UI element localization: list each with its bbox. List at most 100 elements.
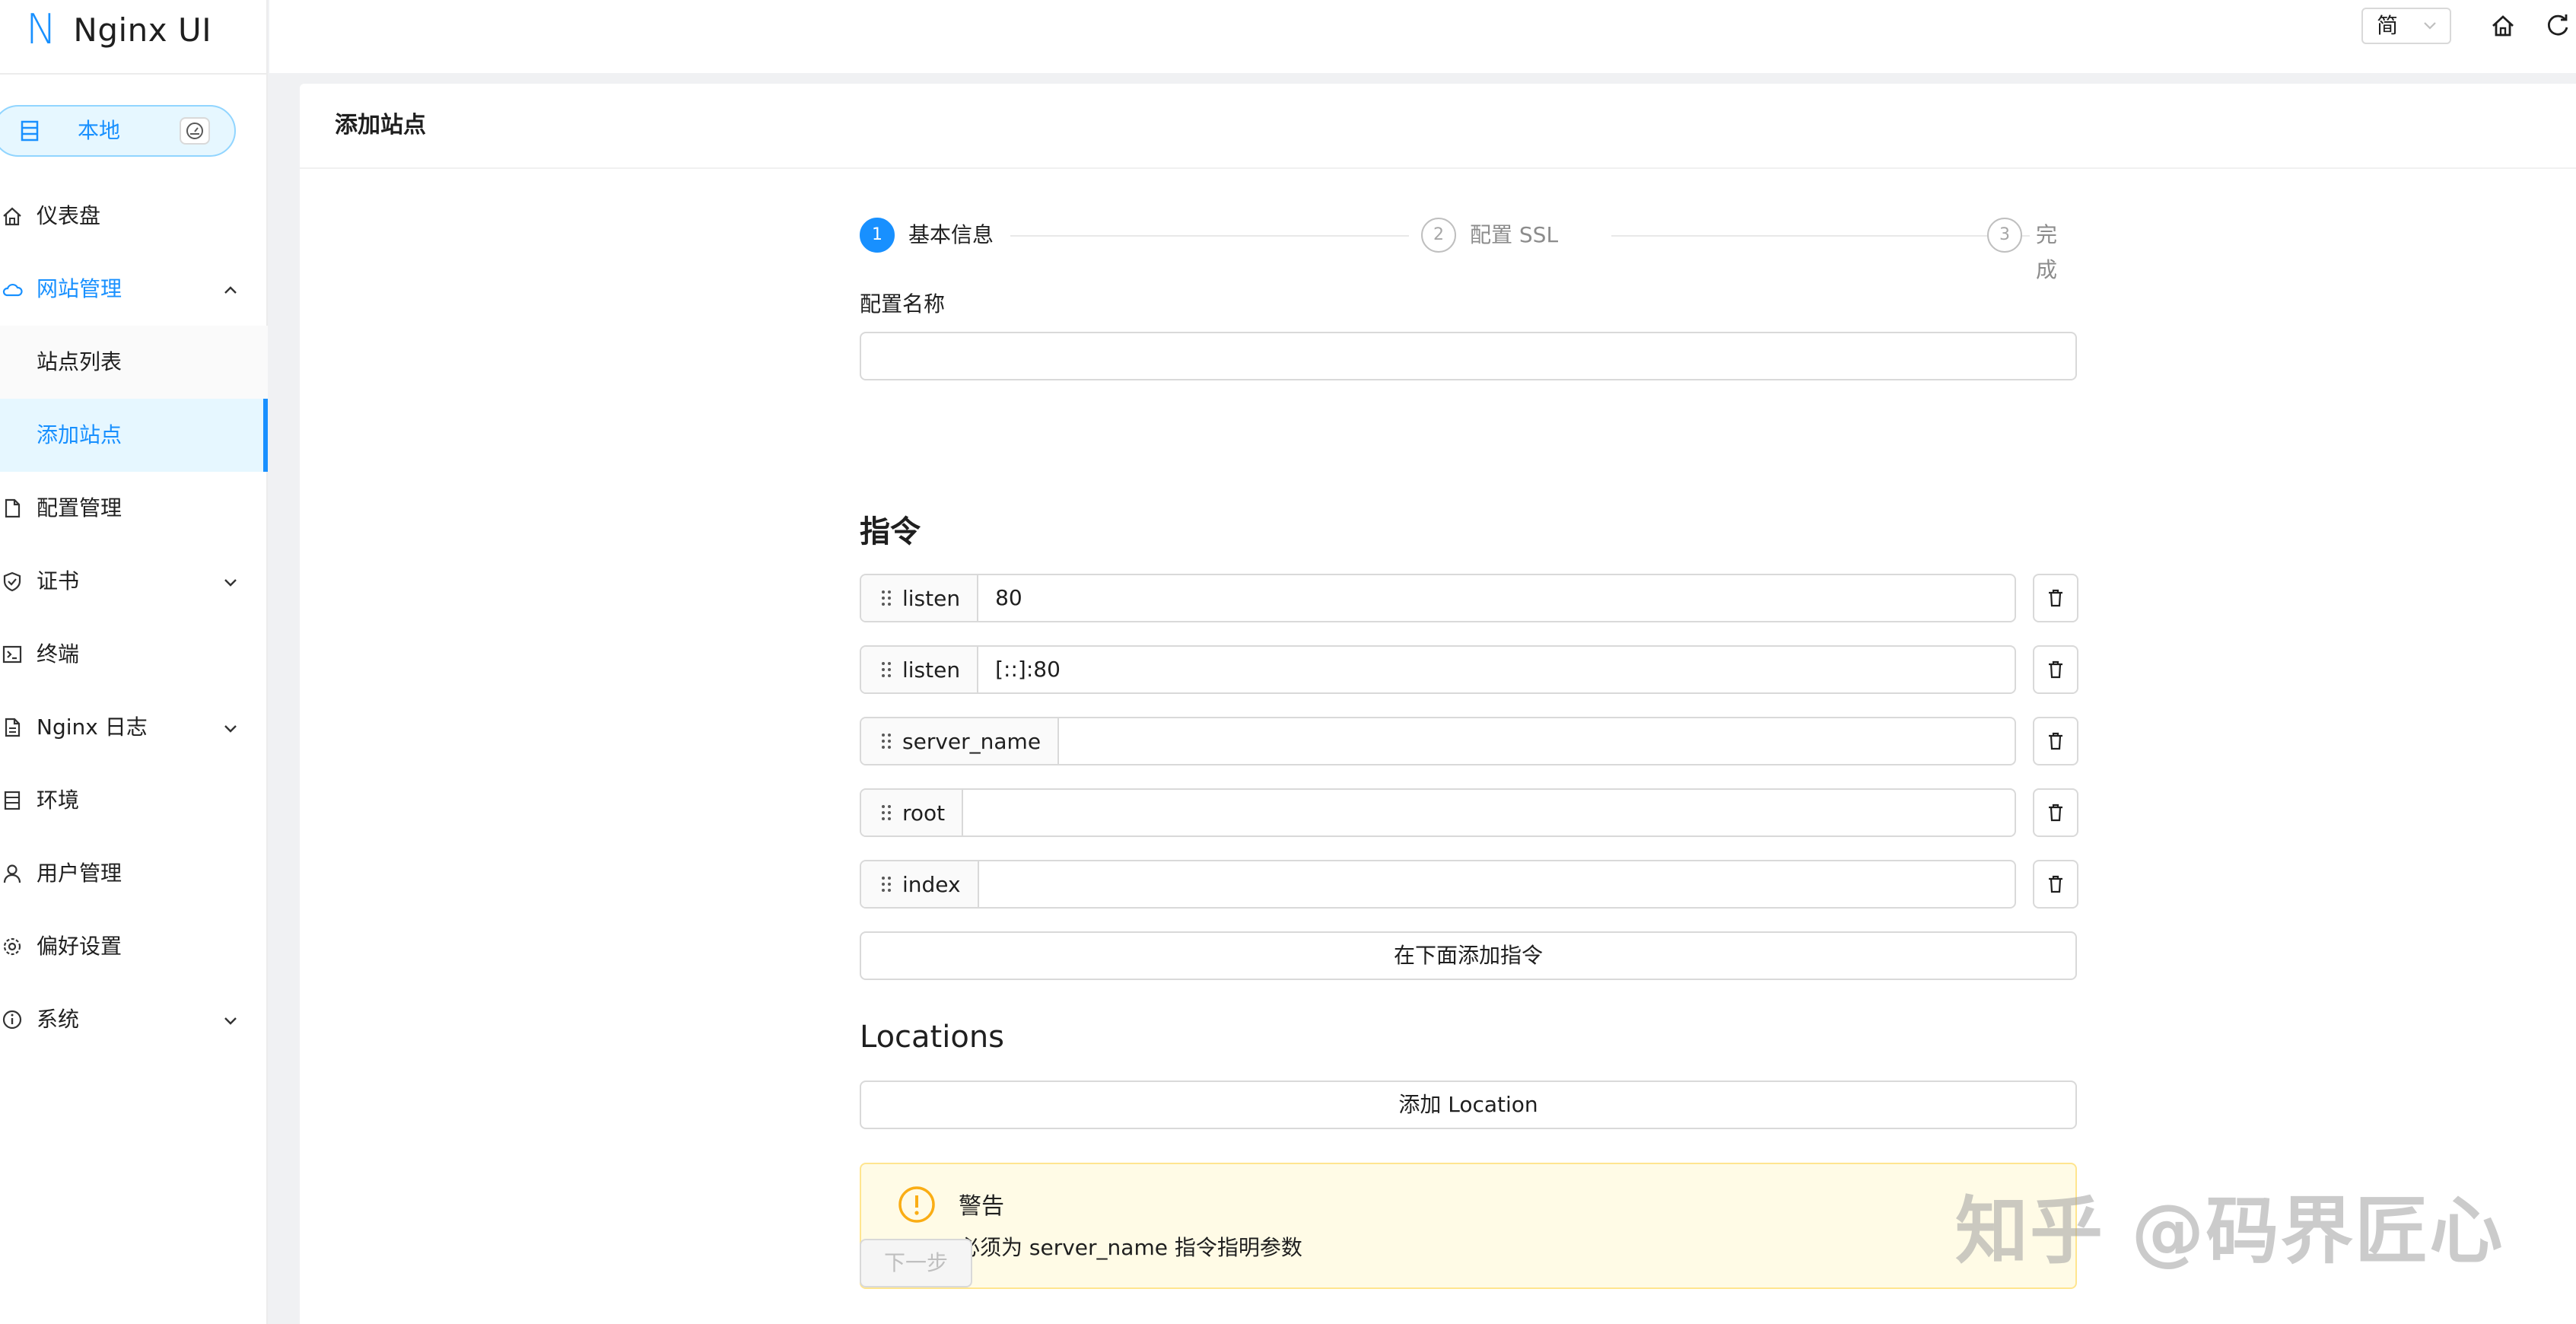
sidebar: N Nginx UI 本地 仪表盘 网站管理 站点列表 添加站点 配置管理 证书… — [0, 0, 268, 1324]
sidebar-item-preferences[interactable]: 偏好设置 — [0, 910, 268, 983]
delete-directive-button[interactable] — [2033, 574, 2078, 622]
directives-title: 指令 — [860, 514, 921, 549]
node-switch-label: 本地 — [78, 118, 121, 143]
directive-name-text: listen — [902, 585, 961, 611]
directive-name: index — [861, 861, 979, 907]
directive-row: server_name — [860, 717, 2016, 765]
directive-value-input[interactable]: 80 — [978, 575, 2015, 621]
sidebar-item-label: 站点列表 — [37, 349, 122, 374]
watermark: 知乎 @码界匠心 — [1955, 1189, 2504, 1274]
sidebar-item-label: 环境 — [37, 788, 80, 813]
delete-directive-button[interactable] — [2033, 645, 2078, 694]
warning-alert: 警告 必须为 server_name 指令指明参数 — [860, 1163, 2077, 1289]
sidebar-item-label: 终端 — [37, 641, 80, 667]
sidebar-item-nginx-log[interactable]: Nginx 日志 — [0, 691, 268, 764]
chevron-down-icon — [224, 1017, 237, 1025]
add-location-button[interactable]: 添加 Location — [860, 1081, 2077, 1129]
sidebar-menu: 仪表盘 网站管理 站点列表 添加站点 配置管理 证书 终端 Nginx 日志 环… — [0, 180, 268, 1056]
drag-handle-icon[interactable] — [881, 661, 892, 678]
step-1-label: 基本信息 — [908, 222, 994, 247]
step-connector — [1010, 235, 1409, 237]
config-name-input[interactable] — [860, 332, 2077, 380]
step-1-indicator: 1 — [860, 218, 895, 253]
top-header: 简 — [269, 0, 2576, 73]
directive-name: root — [861, 790, 964, 835]
config-name-label: 配置名称 — [860, 291, 946, 317]
directive-row: listen 80 — [860, 574, 2016, 622]
trash-icon — [2049, 732, 2062, 750]
directive-name: server_name — [861, 718, 1060, 764]
logo-text: Nginx UI — [73, 11, 212, 49]
database-icon — [4, 791, 21, 810]
trash-icon — [2049, 804, 2062, 822]
sidebar-item-site-list[interactable]: 站点列表 — [0, 326, 268, 399]
home-icon[interactable] — [2489, 12, 2517, 40]
cloud-icon — [2, 283, 23, 297]
drag-handle-icon[interactable] — [881, 590, 892, 606]
drag-handle-icon[interactable] — [881, 804, 892, 821]
trash-icon — [2049, 660, 2062, 679]
sidebar-item-add-site[interactable]: 添加站点 — [0, 399, 268, 472]
step-3-label: 完成 — [2036, 222, 2058, 282]
sidebar-item-system[interactable]: 系统 — [0, 983, 268, 1056]
reload-icon[interactable] — [2544, 12, 2571, 40]
dashboard-gauge-button[interactable] — [180, 117, 210, 145]
sidebar-item-label: 用户管理 — [37, 861, 122, 886]
step-3-indicator: 3 — [1987, 218, 2022, 253]
directive-value-input[interactable] — [979, 861, 2015, 907]
sidebar-item-terminal[interactable]: 终端 — [0, 618, 268, 691]
alert-message: 必须为 server_name 指令指明参数 — [959, 1235, 1302, 1260]
sidebar-item-label: 网站管理 — [37, 276, 122, 301]
chevron-down-icon — [2424, 22, 2436, 30]
locations-title: Locations — [860, 1020, 1005, 1055]
logo-mark: N — [26, 5, 57, 53]
sidebar-item-config[interactable]: 配置管理 — [0, 472, 268, 545]
language-select[interactable]: 简 — [2361, 8, 2451, 44]
node-switch[interactable]: 本地 — [0, 105, 236, 157]
sidebar-item-label: 仪表盘 — [37, 203, 101, 228]
alert-title: 警告 — [959, 1193, 1004, 1220]
gauge-icon — [186, 123, 203, 139]
sidebar-item-dashboard[interactable]: 仪表盘 — [0, 180, 268, 253]
directive-name-text: root — [902, 800, 946, 826]
add-directive-button[interactable]: 在下面添加指令 — [860, 931, 2077, 980]
sidebar-item-certificates[interactable]: 证书 — [0, 545, 268, 618]
trash-icon — [2049, 875, 2062, 893]
page-title: 添加站点 — [335, 112, 426, 138]
delete-directive-button[interactable] — [2033, 788, 2078, 837]
app-logo[interactable]: N Nginx UI — [26, 3, 211, 56]
drag-handle-icon[interactable] — [881, 876, 892, 893]
directive-row: index — [860, 860, 2016, 909]
sidebar-item-label: 配置管理 — [37, 495, 122, 520]
directive-name: listen — [861, 575, 979, 621]
directive-value-input[interactable] — [1059, 718, 2015, 764]
step-connector — [1611, 235, 2030, 237]
info-icon — [2, 1010, 22, 1030]
step-2-label: 配置 SSL — [1470, 222, 1559, 247]
card-divider — [300, 167, 2576, 169]
gear-icon — [3, 937, 21, 956]
sidebar-item-sites[interactable]: 网站管理 — [0, 253, 268, 326]
home-icon — [3, 207, 21, 226]
delete-directive-button[interactable] — [2033, 717, 2078, 765]
step-2-indicator: 2 — [1421, 218, 1456, 253]
sidebar-item-label: 偏好设置 — [37, 934, 122, 959]
sidebar-item-users[interactable]: 用户管理 — [0, 837, 268, 910]
chevron-down-icon — [224, 725, 237, 733]
directive-value-input[interactable]: [::]:80 — [978, 647, 2015, 692]
sidebar-item-environment[interactable]: 环境 — [0, 764, 268, 837]
log-file-icon — [5, 718, 21, 737]
sidebar-divider — [0, 73, 268, 75]
terminal-icon — [2, 645, 22, 664]
user-icon — [3, 864, 21, 883]
directive-value-input[interactable] — [963, 790, 2015, 835]
directive-name-text: index — [902, 871, 961, 897]
directive-name-text: listen — [902, 657, 961, 683]
chevron-down-icon — [224, 579, 237, 587]
delete-directive-button[interactable] — [2033, 860, 2078, 909]
sidebar-item-label: 系统 — [37, 1007, 80, 1032]
drag-handle-icon[interactable] — [881, 733, 892, 750]
warning-icon — [898, 1186, 935, 1223]
next-step-button[interactable]: 下一步 — [860, 1239, 972, 1287]
directive-name-text: server_name — [902, 728, 1042, 754]
